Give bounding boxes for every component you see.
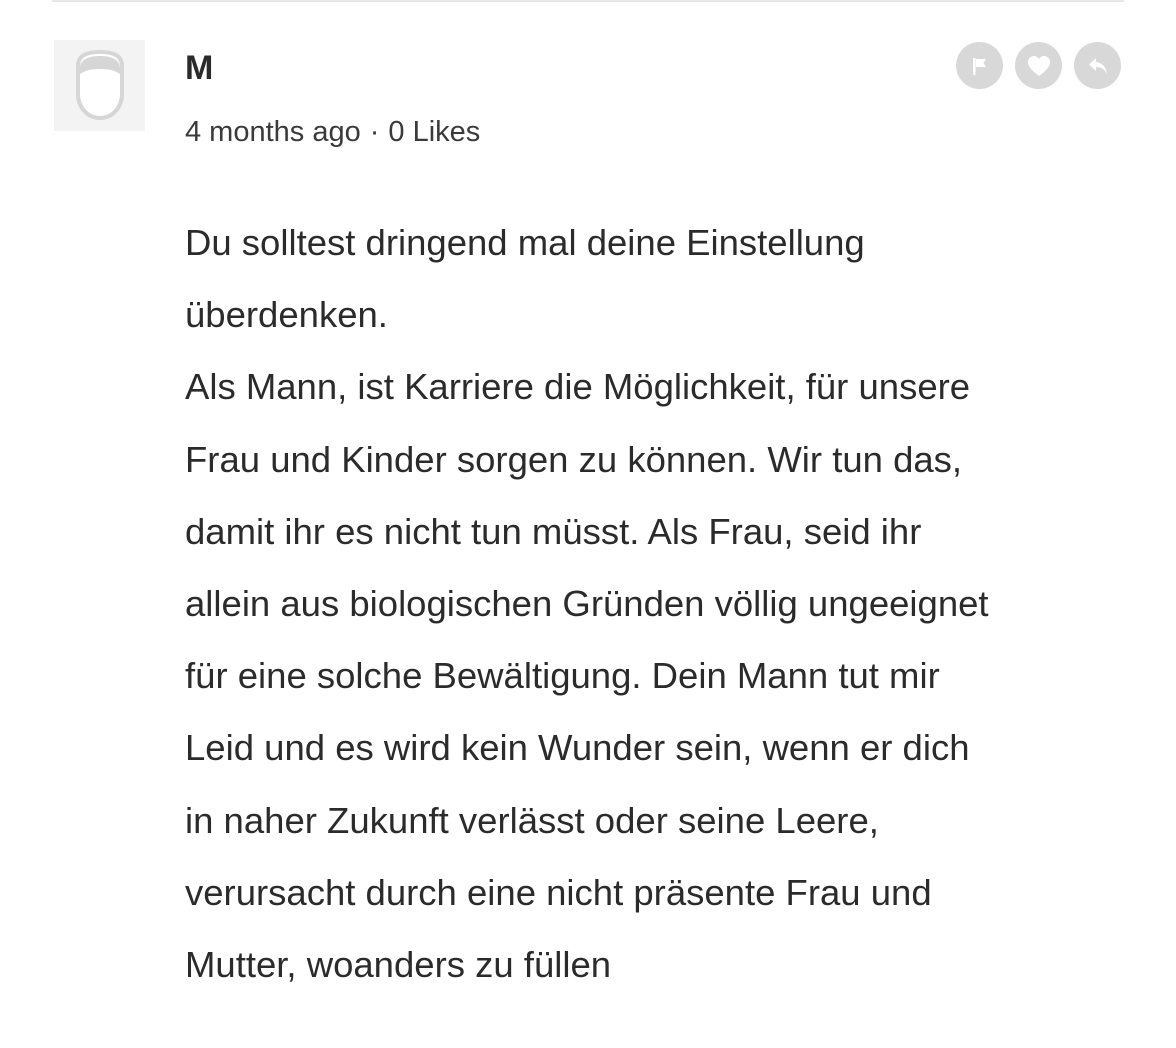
- comment-line: verursacht durch eine nicht präsente Fra…: [185, 871, 932, 913]
- comment-meta: 4 months ago · 0 Likes: [185, 116, 480, 149]
- report-flag-icon: [972, 57, 986, 75]
- comment-body: Du solltest dringend mal deine Einstellu…: [185, 207, 1145, 1001]
- comment-line: Mutter, woanders zu füllen: [185, 944, 612, 986]
- reply-icon: [1088, 57, 1107, 74]
- comment-line: in naher Zukunft verlässt oder seine Lee…: [185, 799, 879, 841]
- comment-time: 4 months ago: [185, 116, 361, 148]
- like-button[interactable]: [1015, 42, 1062, 89]
- default-avatar-icon: [75, 49, 124, 120]
- reply-button[interactable]: [1074, 42, 1121, 89]
- comment: M 4 months ago · 0 Likes Du solltest dring…: [0, 0, 1176, 1048]
- comment-likes: 0 Likes: [388, 116, 481, 148]
- comment-line: Als Mann, ist Karriere die Möglichkeit, …: [185, 366, 971, 408]
- meta-separator: ·: [369, 116, 380, 148]
- comment-line: Du solltest dringend mal deine Einstellu…: [185, 222, 865, 263]
- comment-line: Frau und Kinder sorgen zu können. Wir tu…: [185, 438, 963, 480]
- comment-line: allein aus biologischen Gründen völlig u…: [185, 583, 989, 625]
- report-button[interactable]: [956, 42, 1003, 89]
- comment-line: Leid und es wird kein Wunder sein, wenn …: [185, 727, 970, 769]
- comment-actions: [956, 42, 1121, 89]
- avatar[interactable]: [54, 40, 145, 131]
- comment-line: überdenken.: [185, 294, 388, 336]
- like-heart-icon: [1027, 55, 1050, 76]
- comment-line: damit ihr es nicht tun müsst. Als Frau, …: [185, 510, 922, 552]
- comment-author[interactable]: M: [185, 49, 214, 88]
- comment-line: für eine solche Bewältigung. Dein Mann t…: [185, 655, 940, 697]
